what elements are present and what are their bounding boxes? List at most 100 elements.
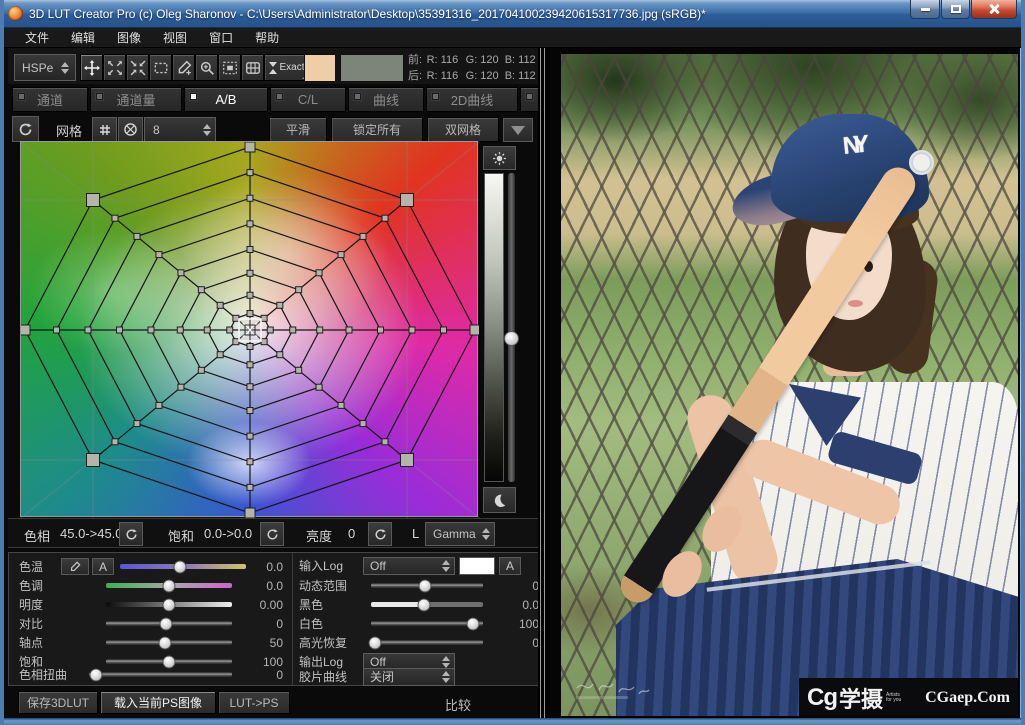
white-slider[interactable] — [371, 617, 483, 630]
photo-canvas[interactable]: NY Cg 学摄 Artists for you CGaep.Com — [561, 54, 1018, 716]
contrast-label: 对比 — [19, 617, 44, 631]
menu-view[interactable]: 视图 — [152, 27, 198, 48]
dynamic-range-slider-handle[interactable] — [418, 579, 432, 592]
tab-indicator — [276, 93, 283, 100]
brightness-slider-handle[interactable] — [162, 598, 176, 611]
tint-slider-handle[interactable] — [162, 579, 176, 592]
tab-volume[interactable]: 通道量 — [90, 87, 182, 112]
result-color-swatch[interactable] — [340, 54, 404, 82]
tab-label: A/B — [215, 92, 237, 107]
pivot-slider-handle[interactable] — [158, 636, 172, 649]
menu-file[interactable]: 文件 — [14, 27, 60, 48]
contrast-slider-handle[interactable] — [159, 617, 173, 630]
menu-edit[interactable]: 编辑 — [60, 27, 106, 48]
after-label: 后: — [408, 70, 423, 82]
temp-auto-button[interactable]: A — [92, 558, 114, 575]
input-auto-button[interactable]: A — [499, 556, 521, 575]
tab-ab[interactable]: A/B — [184, 87, 268, 112]
tab-cl[interactable]: C/L — [270, 87, 346, 112]
menu-image[interactable]: 图像 — [106, 27, 152, 48]
expand-view-button[interactable] — [103, 54, 126, 81]
menu-window[interactable]: 窗口 — [198, 27, 244, 48]
color-wheel-icon — [124, 123, 137, 136]
brightness-label: 明度 — [19, 598, 44, 612]
zoom-tool-button[interactable] — [195, 54, 218, 81]
refresh-icon — [374, 528, 386, 539]
refresh-icon — [19, 122, 32, 135]
compare-toggle[interactable]: 比较 — [445, 695, 471, 714]
black-slider-handle[interactable] — [417, 598, 431, 611]
temp-slider-handle[interactable] — [173, 560, 187, 573]
marquee-tool-button[interactable] — [149, 54, 172, 81]
load-ps-image-button[interactable]: 载入当前PS图像 — [100, 691, 216, 714]
brightness-slider[interactable] — [106, 598, 232, 611]
close-button[interactable] — [971, 0, 1017, 19]
black-slider[interactable] — [371, 598, 483, 611]
lock-all-button[interactable]: 锁定所有 — [331, 117, 423, 142]
curve-mode-select[interactable]: Gamma — [425, 522, 495, 546]
grid-mode-button[interactable] — [92, 117, 117, 142]
hue-warp-slider-handle[interactable] — [89, 668, 103, 681]
photo-signature — [576, 683, 650, 699]
close-icon — [988, 3, 1000, 15]
lum-reset-button[interactable] — [368, 522, 392, 546]
film-curve-select[interactable]: 关闭 — [363, 667, 455, 686]
temp-slider[interactable] — [120, 560, 246, 573]
tab-label: 通道 — [36, 93, 63, 108]
photo-subject: NY — [561, 54, 1018, 716]
eyedropper-tool-button[interactable] — [172, 54, 195, 81]
move-tool-button[interactable] — [80, 54, 103, 81]
selection-mask-button[interactable] — [218, 54, 241, 81]
saturation-slider[interactable] — [106, 655, 232, 668]
minimize-button[interactable] — [910, 0, 940, 19]
reset-grid-button[interactable] — [12, 116, 39, 142]
smooth-button[interactable]: 平滑 — [269, 117, 327, 142]
tint-label: 色调 — [19, 579, 44, 593]
exact-mode-button[interactable]: Exact — [264, 54, 309, 81]
pivot-value: 50 — [269, 635, 283, 650]
chevron-updown-icon — [438, 559, 454, 572]
highlight-recovery-slider[interactable] — [368, 636, 483, 649]
baseball-cap — [771, 114, 929, 222]
save-3dlut-button[interactable]: 保存3DLUT — [18, 691, 98, 714]
tab-curves[interactable]: 曲线 — [348, 87, 424, 112]
sat-reset-button[interactable] — [260, 522, 284, 546]
color-mode-select[interactable]: HSPe — [14, 54, 76, 81]
tab-2dcurves[interactable]: 2D曲线 — [426, 87, 518, 112]
dynamic-range-slider[interactable] — [371, 579, 483, 592]
temp-picker-button[interactable] — [61, 558, 89, 575]
tint-slider[interactable] — [106, 579, 232, 592]
pivot-slider[interactable] — [106, 636, 232, 649]
chevron-updown-icon — [478, 528, 494, 540]
title-bar[interactable]: 3D LUT Creator Pro (c) Oleg Sharonov - C… — [4, 0, 1021, 28]
menu-help[interactable]: 帮助 — [244, 27, 290, 48]
grid-size-stepper[interactable]: 8 — [144, 117, 216, 142]
luminance-slider-handle[interactable] — [504, 330, 519, 346]
input-log-select[interactable]: Off — [363, 556, 455, 575]
refresh-icon — [125, 528, 137, 539]
grid-view-button[interactable] — [241, 54, 264, 81]
white-slider-handle[interactable] — [466, 617, 480, 630]
lut-to-ps-button[interactable]: LUT->PS — [218, 691, 290, 714]
collapse-view-button[interactable] — [126, 54, 149, 81]
wheel-mode-button[interactable] — [118, 117, 143, 142]
mode-tabs: 通道 通道量 A/B C/L 曲线 2D曲线 蒙版 — [12, 87, 596, 112]
highlights-button[interactable] — [483, 146, 516, 170]
tab-label: C/L — [297, 92, 319, 107]
highlight-recovery-slider-handle[interactable] — [368, 636, 382, 649]
panel-splitter[interactable] — [538, 48, 550, 718]
maximize-button[interactable] — [941, 0, 970, 19]
luminance-slider[interactable] — [504, 173, 519, 482]
hue-warp-slider[interactable] — [89, 668, 232, 681]
dual-grid-button[interactable]: 双网格 — [427, 117, 499, 142]
panel-collapse-button[interactable] — [503, 118, 533, 142]
tab-channels[interactable]: 通道 — [12, 87, 88, 112]
contrast-slider[interactable] — [106, 617, 232, 630]
curve-mode-value: Gamma — [433, 527, 476, 541]
ab-color-grid[interactable] — [19, 141, 481, 519]
input-white-swatch[interactable] — [459, 556, 495, 575]
chevron-updown-icon — [438, 670, 454, 683]
sample-color-swatch[interactable] — [304, 54, 336, 82]
shadows-button[interactable] — [483, 487, 516, 513]
hue-reset-button[interactable] — [119, 522, 143, 546]
